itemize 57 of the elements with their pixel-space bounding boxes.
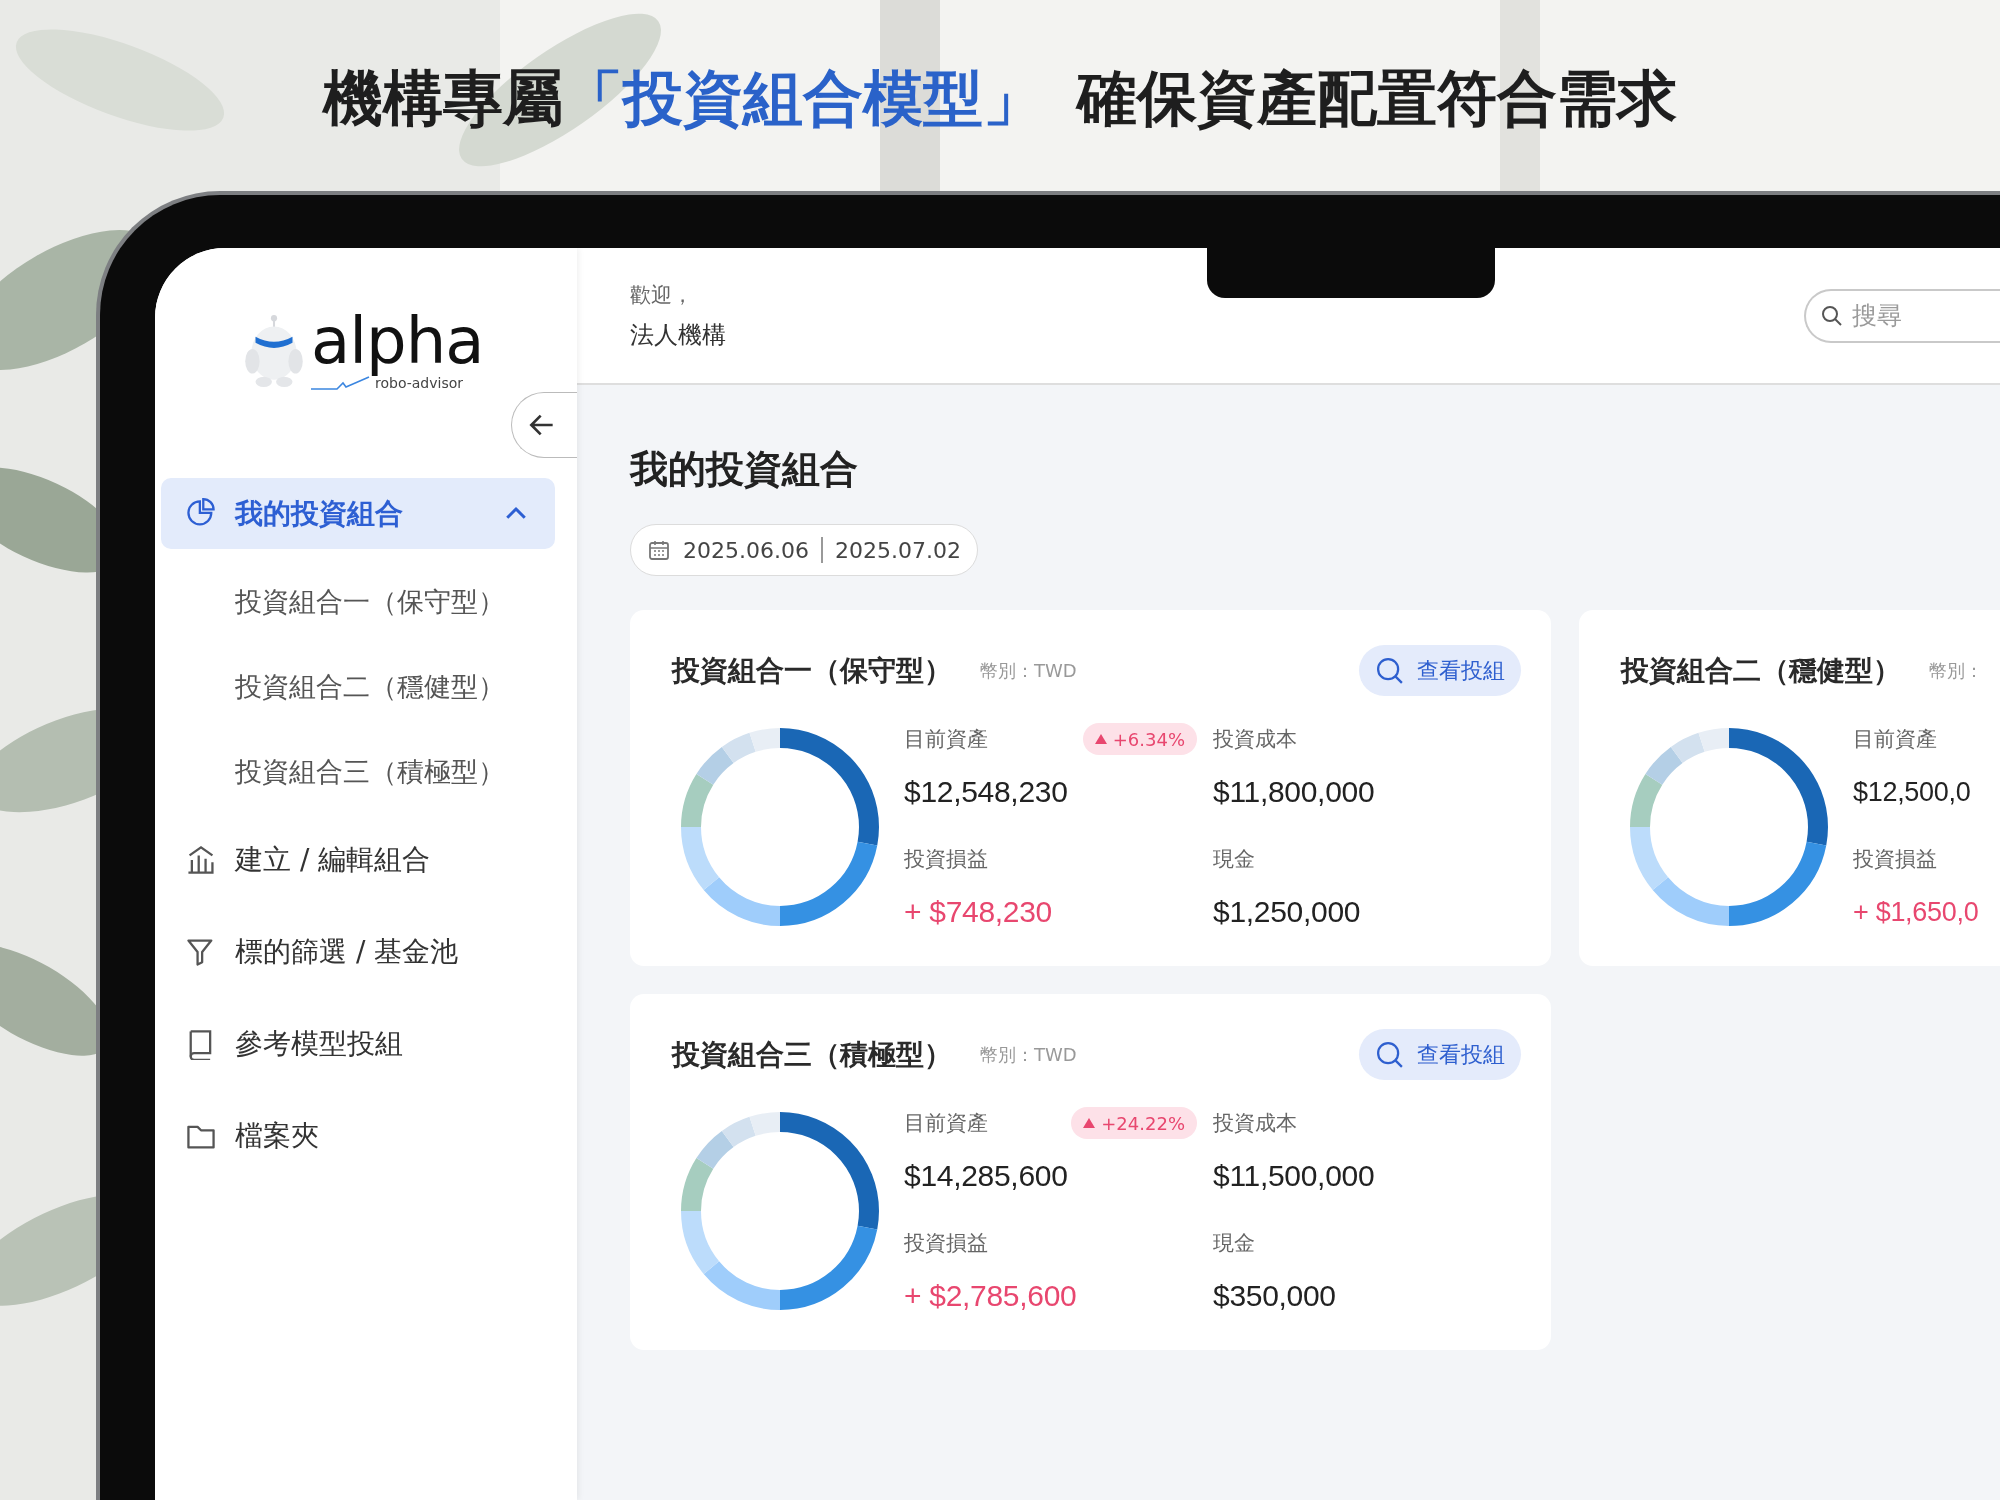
search-icon (1375, 655, 1405, 686)
logo-tagline: robo-advisor (375, 375, 464, 391)
search-field[interactable]: 搜尋 (1804, 288, 2000, 343)
stat-label: 投資損益 (904, 846, 988, 874)
portfolio-name: 投資組合一（保守型） (672, 652, 952, 689)
stat-label: 投資成本 (1213, 1110, 1297, 1138)
stat-label: 投資損益 (904, 1230, 988, 1258)
stat-label: 現金 (1213, 1230, 1255, 1258)
stat-value: + $1,650,0 (1853, 896, 1980, 930)
stat-value: $350,000 (1213, 1278, 1337, 1315)
trend-line-icon (311, 376, 371, 390)
nav-item[interactable]: 標的篩選 / 基金池 (161, 906, 555, 998)
view-portfolio-button[interactable]: 查看投組 (1359, 645, 1521, 697)
stat-value: $12,548,230 (904, 774, 1069, 811)
headline-text: 機構專屬 (323, 61, 563, 134)
stat-label: 目前資產 (904, 1110, 988, 1138)
date-range-picker[interactable]: 2025.06.06 2025.07.02 (630, 524, 978, 577)
collapse-button[interactable] (511, 392, 577, 458)
stat-value: $12,500,0 (1853, 776, 1972, 810)
stat-value: $11,500,000 (1213, 1158, 1376, 1195)
stat-value: $1,250,000 (1213, 894, 1362, 931)
chart-house-icon (185, 844, 217, 876)
nav-item[interactable]: 我的投資組合 (161, 478, 555, 549)
stat-value: + $748,230 (904, 894, 1053, 931)
nav-subitem[interactable]: 投資組合二（穩健型） (161, 644, 555, 729)
stat-label: 投資損益 (1853, 846, 1937, 874)
portfolio-name: 投資組合三（積極型） (672, 1036, 952, 1073)
robot-mascot-icon (243, 312, 305, 388)
user-name: 法人機構 (630, 319, 726, 351)
nav-item[interactable]: 檔案夾 (161, 1090, 555, 1182)
page-title: 我的投資組合 (630, 446, 858, 493)
headline-text: 「投資組合模型」 (563, 61, 1043, 134)
change-percent: +24.22% (1101, 1112, 1185, 1134)
nav-item[interactable]: 建立 / 編輯組合 (161, 814, 555, 906)
nav-subitem[interactable]: 投資組合三（積極型） (161, 729, 555, 814)
greeting-text: 歡迎， (630, 281, 694, 309)
stat-value: $11,800,000 (1213, 774, 1376, 811)
nav-item[interactable]: 參考模型投組 (161, 998, 555, 1090)
stat-label: 目前資產 (1853, 726, 1937, 754)
search-icon (1375, 1039, 1405, 1070)
change-percent: +6.34% (1112, 728, 1185, 750)
stat-label: 現金 (1213, 846, 1255, 874)
up-triangle-icon (1083, 1118, 1096, 1129)
portfolio-name: 投資組合二（穩健型） (1621, 652, 1901, 689)
view-portfolio-button[interactable]: 查看投組 (1359, 1029, 1521, 1081)
currency-label: 幣別： (1929, 658, 1983, 683)
headline-text: 確保資產配置符合需求 (1077, 61, 1677, 134)
stat-value: + $2,785,600 (904, 1278, 1078, 1315)
currency-label: 幣別：TWD (980, 1042, 1077, 1067)
nav-subitem[interactable]: 投資組合一（保守型） (161, 559, 555, 644)
search-icon (1820, 303, 1844, 328)
up-triangle-icon (1094, 734, 1107, 745)
stat-value: $14,285,600 (904, 1158, 1069, 1195)
stat-label: 目前資產 (904, 726, 988, 754)
currency-label: 幣別：TWD (980, 658, 1077, 683)
calendar-icon (647, 538, 671, 563)
stat-label: 投資成本 (1213, 726, 1297, 754)
